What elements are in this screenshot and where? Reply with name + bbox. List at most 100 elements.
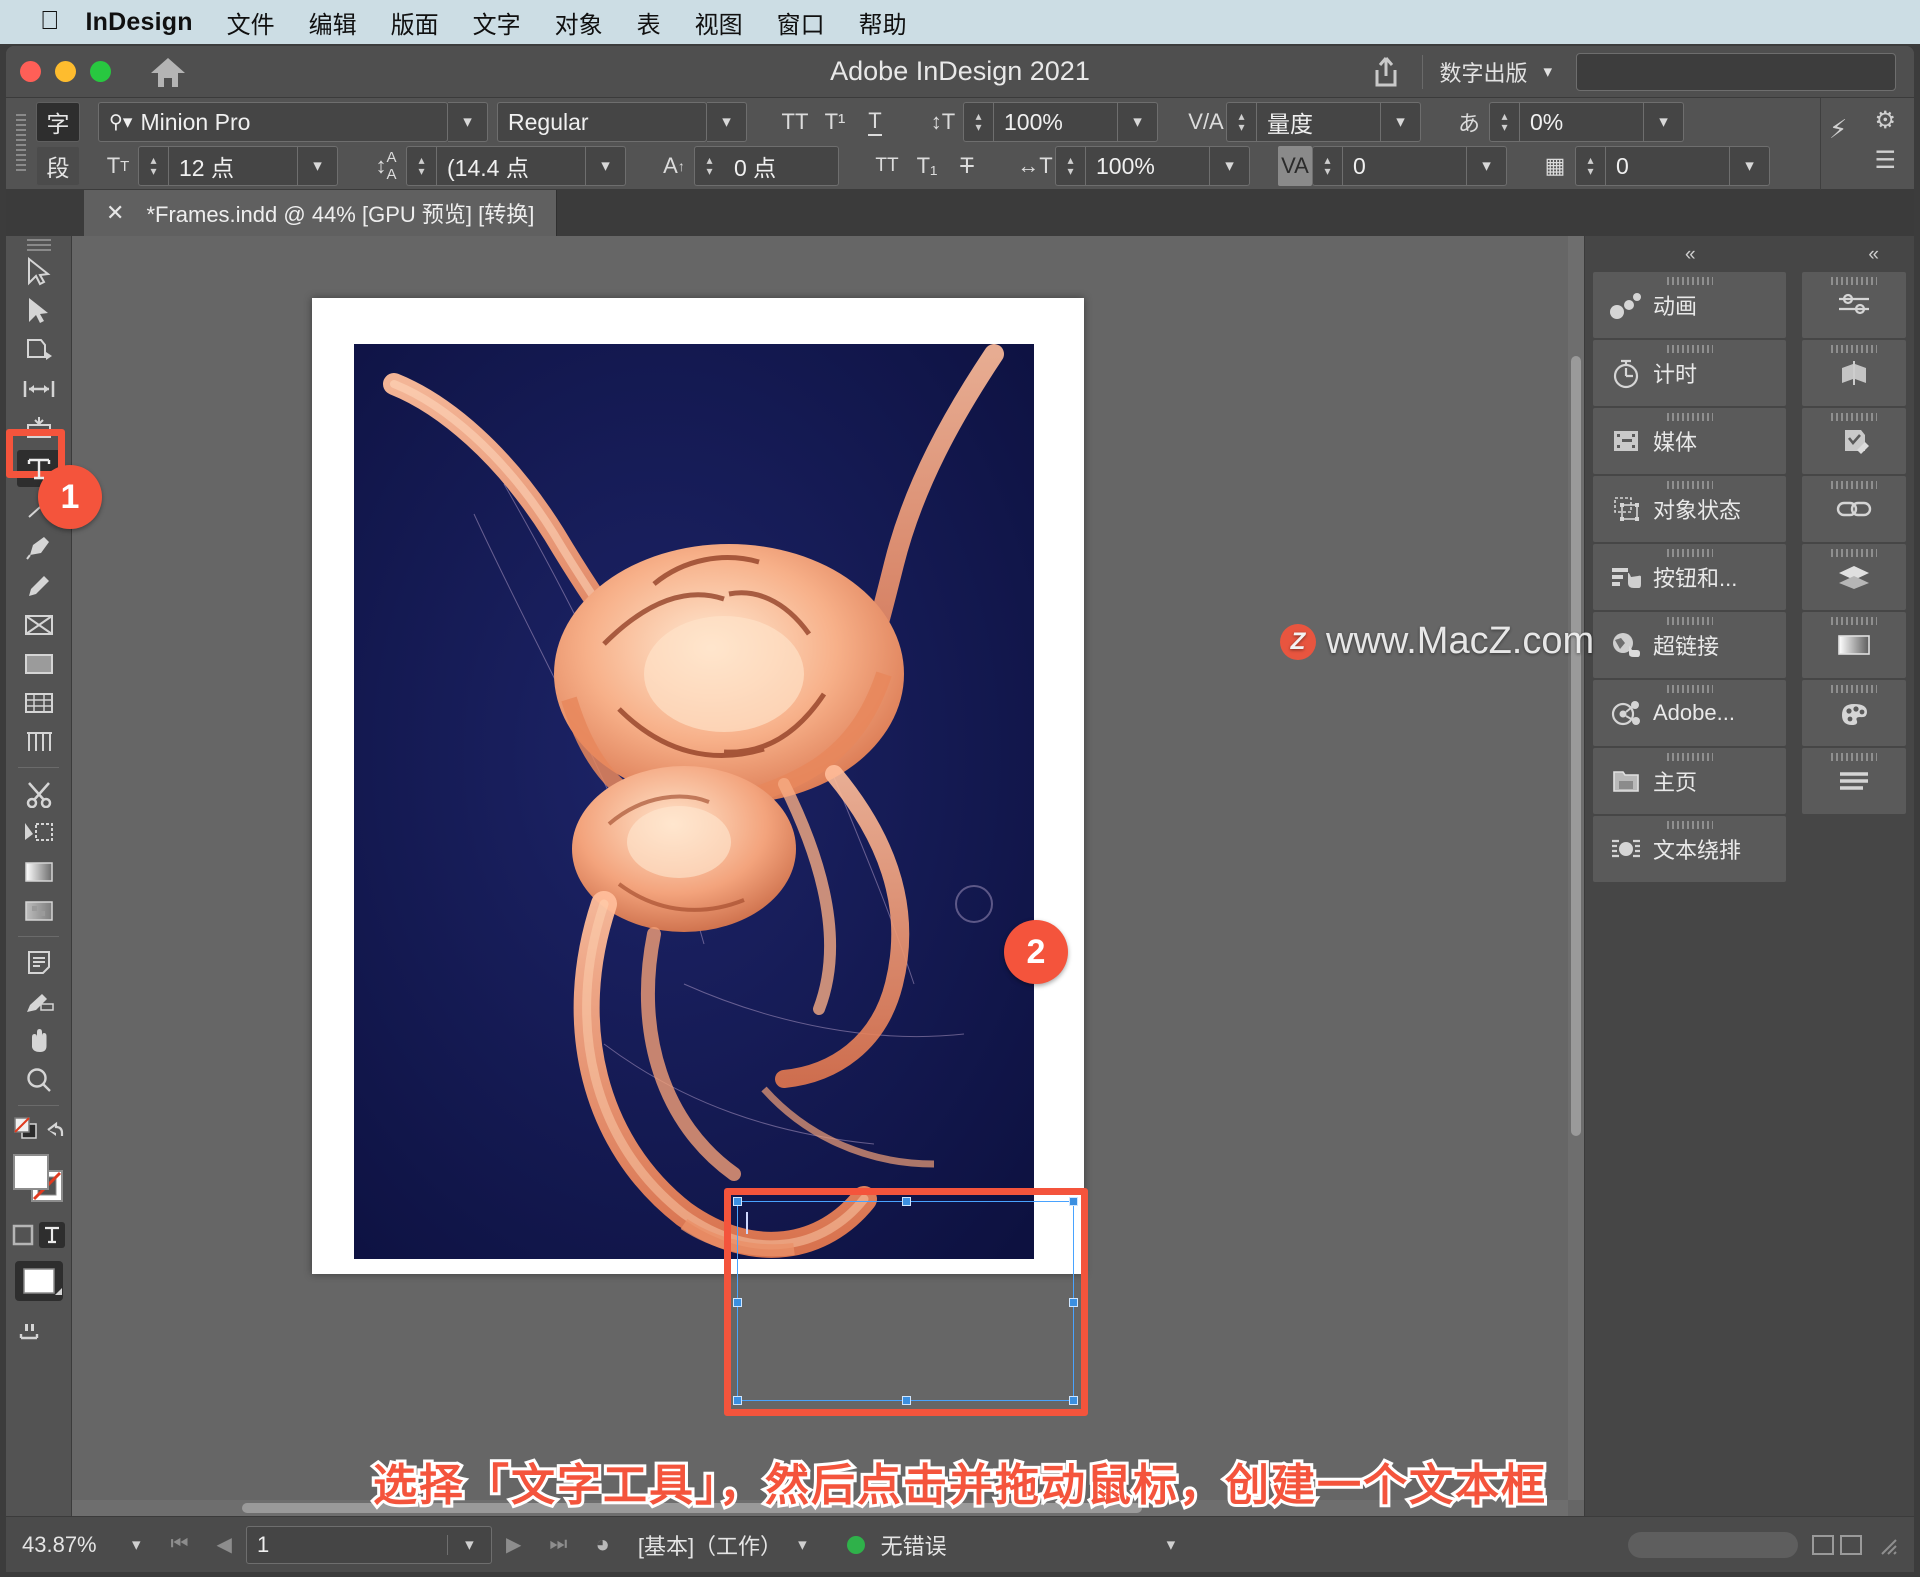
menu-item-type[interactable]: 文字 xyxy=(473,5,521,40)
direct-selection-tool[interactable] xyxy=(6,291,72,330)
search-input[interactable] xyxy=(1576,53,1896,91)
chevron-down-icon[interactable]: ▾ xyxy=(1381,102,1421,142)
panel-item-text-wrap[interactable]: 文本绕排 xyxy=(1593,816,1787,882)
panel-item-animation[interactable]: 动画 xyxy=(1593,272,1787,338)
panel-grip[interactable] xyxy=(1666,685,1713,693)
chevron-down-icon[interactable]: ▾ xyxy=(707,102,747,142)
minimize-window-button[interactable] xyxy=(55,61,76,82)
panel-grip[interactable] xyxy=(1831,753,1878,761)
panel-grip[interactable] xyxy=(1831,549,1878,557)
panel-grip[interactable] xyxy=(1666,617,1713,625)
vertical-scale-field[interactable]: ▴ ▾ 100% ▾ xyxy=(963,102,1158,142)
panel-grip[interactable] xyxy=(1666,277,1713,285)
panel-item-adobe-color[interactable]: Adobe... xyxy=(1593,680,1787,746)
menu-item-file[interactable]: 文件 xyxy=(227,5,275,40)
panel-grip[interactable] xyxy=(16,114,26,172)
gradient-feather-tool[interactable] xyxy=(6,891,72,930)
stepper[interactable]: ▴ ▾ xyxy=(1312,146,1342,186)
vertical-scrollbar[interactable] xyxy=(1568,236,1584,1500)
horizontal-scale-field[interactable]: ▴ ▾ 100% ▾ xyxy=(1055,146,1250,186)
document-tab[interactable]: ✕ *Frames.indd @ 44% [GPU 预览] [转换] xyxy=(84,190,558,236)
all-caps-button[interactable]: TT xyxy=(775,102,815,142)
panel-item-preflight[interactable] xyxy=(1802,408,1906,474)
chevron-down-icon[interactable]: ▾ xyxy=(1467,146,1507,186)
chevron-down-icon[interactable]: ▾ xyxy=(586,146,626,186)
panel-item-layers[interactable] xyxy=(1802,544,1906,610)
formatting-target-toggle[interactable] xyxy=(6,1216,72,1254)
rectangle-tool[interactable] xyxy=(6,644,72,683)
menu-item-object[interactable]: 对象 xyxy=(555,5,603,40)
menu-item-help[interactable]: 帮助 xyxy=(859,5,907,40)
frame-tool[interactable] xyxy=(6,605,72,644)
panel-item-swatches[interactable] xyxy=(1802,680,1906,746)
tools-panel-grip[interactable] xyxy=(6,236,71,252)
chevron-down-icon[interactable]: ▾ xyxy=(1210,146,1250,186)
stepper[interactable]: ▴ ▾ xyxy=(1575,146,1605,186)
prev-page-icon[interactable]: ◀ xyxy=(203,1532,246,1557)
zoom-dropdown-icon[interactable]: ▾ xyxy=(132,1535,157,1555)
transform-again-tool[interactable] xyxy=(6,813,72,852)
panel-grip[interactable] xyxy=(1666,821,1713,829)
font-style-field[interactable]: Regular ▾ xyxy=(497,102,747,142)
single-page-view-icon[interactable] xyxy=(1812,1534,1834,1555)
panel-grip[interactable] xyxy=(1831,617,1878,625)
page-jump-icon[interactable]: ◕ xyxy=(581,1531,624,1559)
font-size-field[interactable]: ▴ ▾ 12 点 ▾ xyxy=(138,146,338,186)
document-canvas[interactable] xyxy=(72,236,1584,1516)
panel-grip[interactable] xyxy=(1666,753,1713,761)
chevron-down-icon[interactable]: ▾ xyxy=(1118,102,1158,142)
menu-item-layout[interactable]: 版面 xyxy=(391,5,439,40)
panel-menu-icon[interactable]: ☰ xyxy=(1874,146,1896,175)
chevron-down-icon[interactable]: ▾ xyxy=(446,1534,491,1555)
chevron-down-icon[interactable]: ▾ xyxy=(298,146,338,186)
gap-tool[interactable] xyxy=(6,369,72,408)
chevron-down-icon[interactable]: ▾ xyxy=(448,102,488,142)
preflight-dropdown-icon[interactable]: ▾ xyxy=(947,1535,1192,1555)
stepper[interactable]: ▴ ▾ xyxy=(1489,102,1519,142)
zoom-level-value[interactable]: 43.87% xyxy=(22,1532,132,1558)
zoom-tool[interactable] xyxy=(6,1060,72,1099)
superscript-button[interactable]: T¹ xyxy=(815,102,855,142)
spread-view-icon[interactable] xyxy=(1840,1534,1862,1555)
stepper[interactable]: ▴ ▾ xyxy=(1226,102,1256,142)
gear-icon[interactable]: ⚙ xyxy=(1874,106,1896,135)
grid-spacing-field[interactable]: ▴ ▾ 0 ▾ xyxy=(1575,146,1770,186)
stepper[interactable]: ▴ ▾ xyxy=(694,146,724,186)
panel-grip[interactable] xyxy=(1666,345,1713,353)
maximize-window-button[interactable] xyxy=(90,61,111,82)
quick-apply-icon[interactable]: ⚡ xyxy=(1829,114,1847,145)
font-family-field[interactable]: ⚲▾ Minion Pro ▾ xyxy=(98,102,488,142)
panel-item-pages[interactable]: 主页 xyxy=(1593,748,1787,814)
fill-stroke-swatches[interactable] xyxy=(6,1146,72,1216)
page-tool[interactable] xyxy=(6,330,72,369)
stepper[interactable]: ▴ ▾ xyxy=(1055,146,1085,186)
underline-button[interactable]: T xyxy=(855,102,895,142)
subscript-button[interactable]: T₁ xyxy=(907,146,947,186)
small-caps-button[interactable]: TT xyxy=(867,146,907,186)
panel-grip[interactable] xyxy=(1831,413,1878,421)
apple-icon[interactable]:  xyxy=(40,7,60,33)
menu-item-view[interactable]: 视图 xyxy=(695,5,743,40)
apply-color-buttons[interactable] xyxy=(6,1254,72,1310)
free-transform-tool[interactable] xyxy=(6,683,72,722)
menu-item-table[interactable]: 表 xyxy=(637,5,661,40)
panel-item-links[interactable] xyxy=(1802,476,1906,542)
screen-mode-button[interactable] xyxy=(6,1310,72,1354)
home-icon[interactable] xyxy=(149,55,187,89)
page-number-field[interactable]: 1 ▾ xyxy=(245,1525,492,1564)
panel-item-hyperlinks[interactable]: 超链接 xyxy=(1593,612,1787,678)
vertical-scrollbar-thumb[interactable] xyxy=(1571,356,1581,1136)
panel-grip[interactable] xyxy=(1831,685,1878,693)
formatting-affects-container-toggle[interactable] xyxy=(6,1112,72,1146)
tracking-field[interactable]: ▴ ▾ 0 ▾ xyxy=(1312,146,1507,186)
hand-tool[interactable] xyxy=(6,1021,72,1060)
stepper[interactable]: ▴ ▾ xyxy=(406,146,436,186)
close-window-button[interactable] xyxy=(20,61,41,82)
app-brand-label[interactable]: InDesign xyxy=(86,8,193,37)
document-page[interactable] xyxy=(312,298,1084,1274)
collapse-panels-right-icon[interactable]: « xyxy=(1868,236,1914,272)
chevron-down-icon[interactable]: ▾ xyxy=(1644,102,1684,142)
panel-grip[interactable] xyxy=(1666,481,1713,489)
last-page-icon[interactable]: ⏭ xyxy=(535,1533,581,1556)
panel-item-timing[interactable]: 计时 xyxy=(1593,340,1787,406)
